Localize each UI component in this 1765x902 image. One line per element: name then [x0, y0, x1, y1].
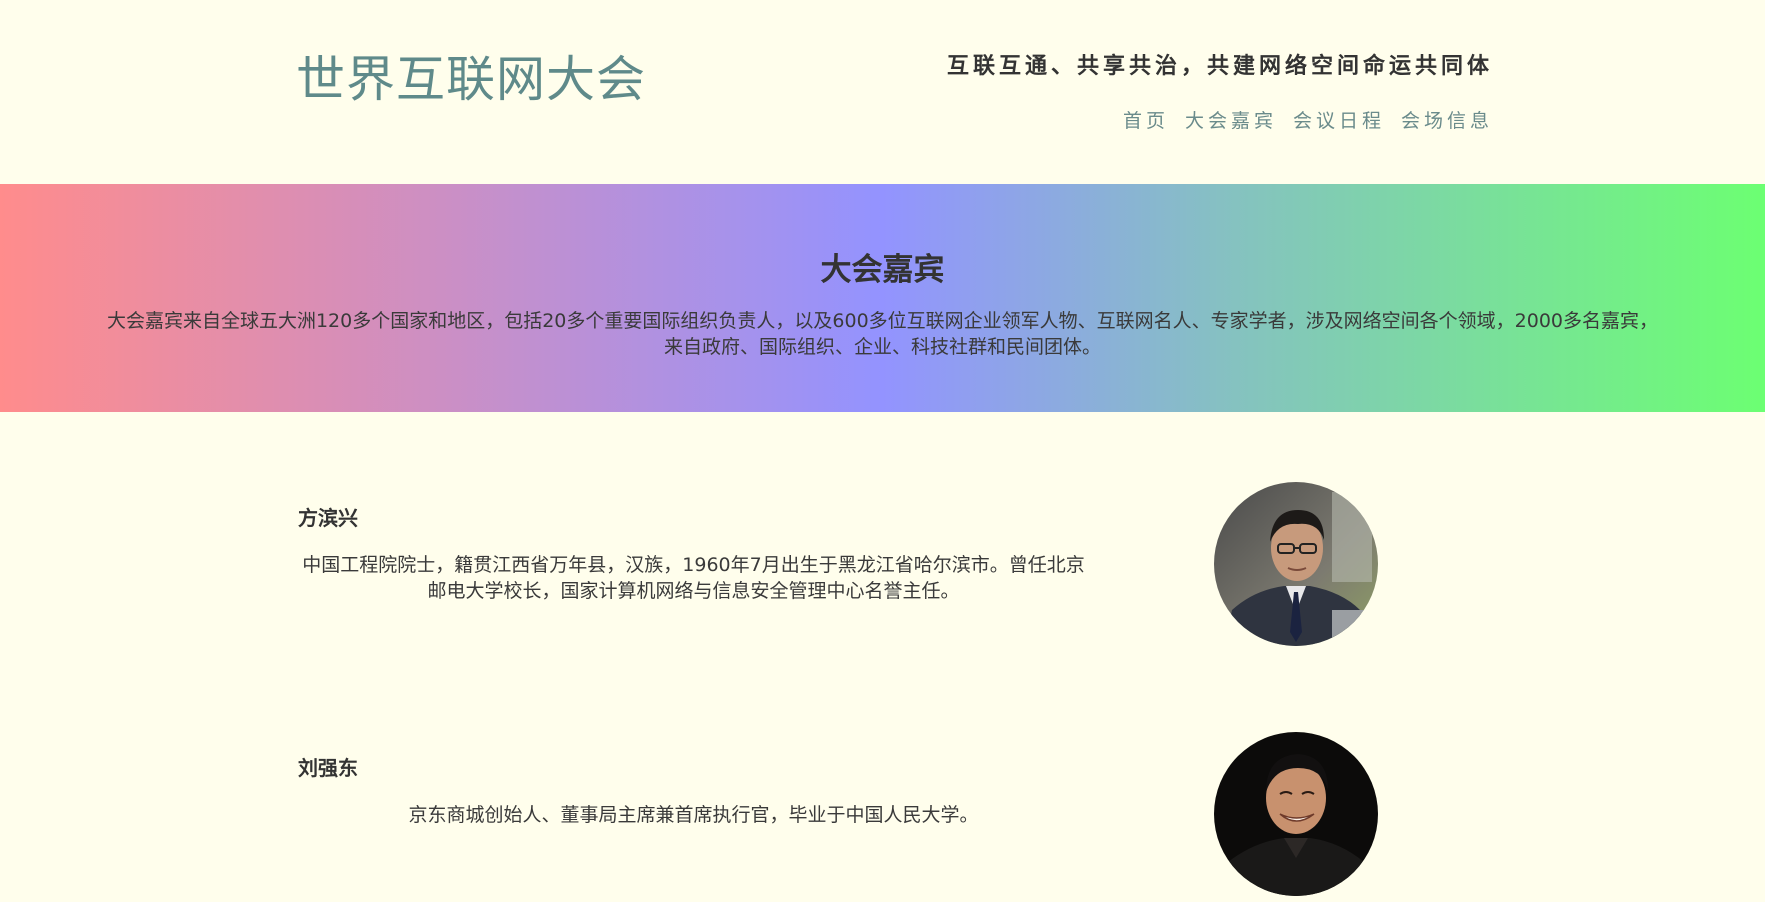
- nav-guests[interactable]: 大会嘉宾: [1185, 106, 1277, 133]
- nav-venue[interactable]: 会场信息: [1401, 106, 1493, 133]
- guest-card: 方滨兴 中国工程院院士，籍贯江西省万年县，汉族，1960年7月出生于黑龙江省哈尔…: [296, 482, 1378, 652]
- guest-photo: [1214, 482, 1378, 646]
- guest-card: 刘强东 京东商城创始人、董事局主席兼首席执行官，毕业于中国人民大学。: [296, 732, 1378, 902]
- site-title[interactable]: 世界互联网大会: [296, 48, 646, 112]
- main-nav: 首页 大会嘉宾 会议日程 会场信息: [1123, 106, 1493, 133]
- page-header: 世界互联网大会 互联互通、共享共治，共建网络空间命运共同体 首页 大会嘉宾 会议…: [0, 0, 1765, 184]
- guest-photo: [1214, 732, 1378, 896]
- portrait-image: [1214, 732, 1378, 896]
- guests-banner: 大会嘉宾 大会嘉宾来自全球五大洲120多个国家和地区，包括20多个重要国际组织负…: [0, 184, 1765, 412]
- nav-home[interactable]: 首页: [1123, 106, 1169, 133]
- slogan: 互联互通、共享共治，共建网络空间命运共同体: [946, 53, 1493, 79]
- guest-bio: 中国工程院院士，籍贯江西省万年县，汉族，1960年7月出生于黑龙江省哈尔滨市。曾…: [302, 554, 1085, 602]
- portrait-image: [1214, 482, 1378, 646]
- guest-bio: 京东商城创始人、董事局主席兼首席执行官，毕业于中国人民大学。: [408, 804, 979, 826]
- banner-description: 大会嘉宾来自全球五大洲120多个国家和地区，包括20多个重要国际组织负责人，以及…: [106, 310, 1659, 358]
- nav-schedule[interactable]: 会议日程: [1293, 106, 1385, 133]
- guest-name: 方滨兴: [298, 506, 358, 530]
- guest-name: 刘强东: [298, 756, 358, 780]
- banner-title: 大会嘉宾: [820, 252, 945, 288]
